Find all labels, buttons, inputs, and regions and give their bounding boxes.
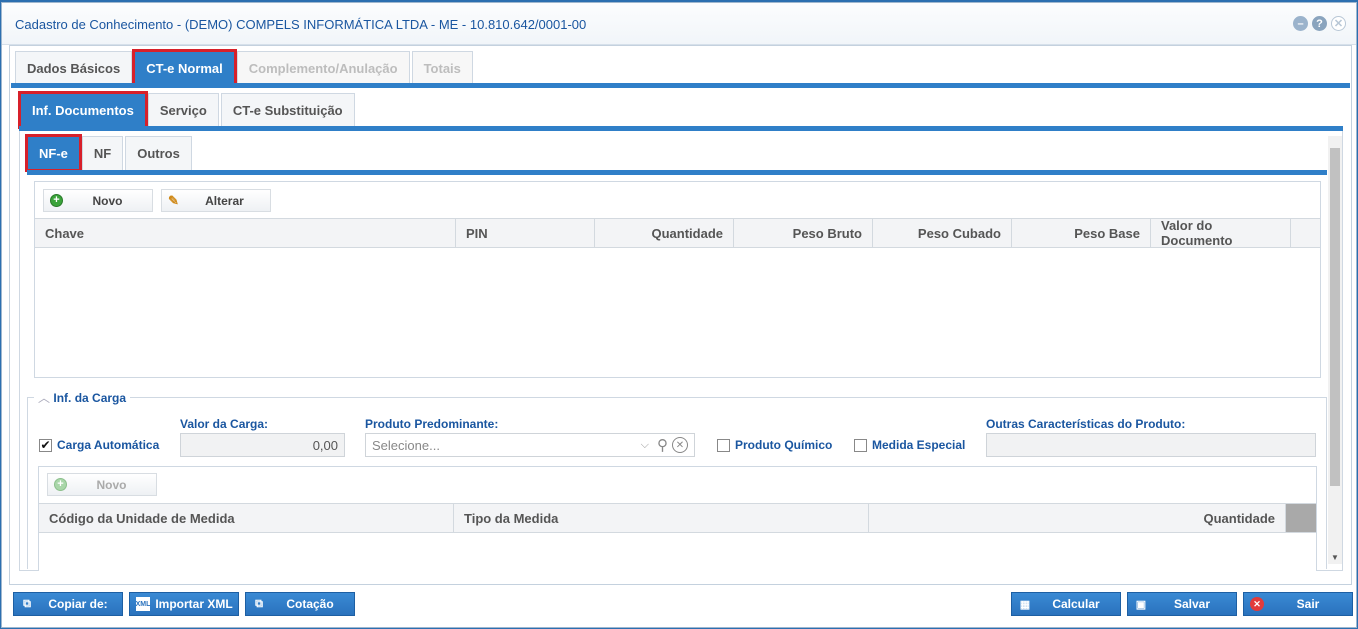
- document-type-tabs: NF-e NF Outros: [25, 134, 194, 172]
- carga-legend[interactable]: ︿ Inf. da Carga: [34, 389, 131, 406]
- pencil-icon: ✎: [168, 192, 179, 208]
- tab-nfe[interactable]: NF-e: [25, 134, 82, 172]
- dialog-window: Cadastro de Conhecimento - (DEMO) COMPEL…: [1, 2, 1357, 628]
- col-peso-bruto[interactable]: Peso Bruto: [734, 219, 873, 247]
- nfe-grid-header: Chave PIN Quantidade Peso Bruto Peso Cub…: [35, 218, 1320, 248]
- medidas-new-button[interactable]: + Novo: [47, 473, 157, 496]
- tab-servico[interactable]: Serviço: [147, 93, 219, 127]
- calcular-button[interactable]: ▦ Calcular: [1011, 592, 1121, 616]
- main-tabs: Dados Básicos CT-e Normal Complemento/An…: [15, 49, 475, 87]
- xml-file-icon: XML: [136, 597, 150, 611]
- clear-icon[interactable]: ✕: [672, 437, 688, 453]
- main-container: Dados Básicos CT-e Normal Complemento/An…: [9, 45, 1352, 585]
- valor-carga-input[interactable]: 0,00: [180, 433, 345, 457]
- copy-icon: ⧉: [23, 597, 31, 610]
- tab-totais[interactable]: Totais: [411, 51, 473, 85]
- col-peso-cubado[interactable]: Peso Cubado: [873, 219, 1012, 247]
- scroll-down-icon[interactable]: ▼: [1331, 553, 1339, 562]
- nfe-new-button[interactable]: + Novo: [43, 189, 153, 212]
- add-icon: +: [54, 478, 67, 491]
- tab-complemento-anulacao[interactable]: Complemento/Anulação: [236, 51, 410, 85]
- exit-icon: ✕: [1250, 597, 1264, 611]
- tab-inf-documentos[interactable]: Inf. Documentos: [18, 91, 148, 129]
- valor-carga-label: Valor da Carga:: [180, 417, 269, 431]
- col-tipo-medida[interactable]: Tipo da Medida: [454, 504, 869, 532]
- close-icon[interactable]: ✕: [1331, 16, 1346, 31]
- save-icon: ▣: [1135, 598, 1147, 611]
- search-icon[interactable]: ⚲: [657, 436, 668, 454]
- cotacao-button[interactable]: ⧉ Cotação: [245, 592, 355, 616]
- col-quantidade[interactable]: Quantidade: [595, 219, 734, 247]
- scrollbar-thumb[interactable]: [1330, 148, 1340, 486]
- collapse-chevron-icon: ︿: [38, 391, 51, 405]
- col-valor-documento[interactable]: Valor do Documento: [1151, 218, 1291, 248]
- col-peso-base[interactable]: Peso Base: [1012, 219, 1151, 247]
- produto-predominante-label: Produto Predominante:: [365, 417, 499, 431]
- outras-caracteristicas-label: Outras Características do Produto:: [986, 417, 1186, 431]
- salvar-button[interactable]: ▣ Salvar: [1127, 592, 1237, 616]
- carga-automatica-checkbox[interactable]: ✔: [39, 439, 52, 452]
- medida-especial-label: Medida Especial: [872, 438, 966, 452]
- import-xml-button[interactable]: XML Importar XML: [129, 592, 239, 616]
- doc-tab-band: [27, 170, 1327, 175]
- produto-predominante-select[interactable]: Selecione... ⌵ ⚲ ✕: [365, 433, 695, 457]
- tab-cte-normal[interactable]: CT-e Normal: [132, 49, 237, 87]
- produto-quimico-checkbox[interactable]: [717, 439, 730, 452]
- outras-caracteristicas-input[interactable]: [986, 433, 1316, 457]
- tab-dados-basicos[interactable]: Dados Básicos: [15, 51, 133, 85]
- tab-outros[interactable]: Outros: [125, 136, 192, 170]
- tab-cte-substituicao[interactable]: CT-e Substituição: [220, 93, 355, 127]
- chevron-down-icon[interactable]: ⌵: [641, 439, 649, 452]
- tab-nf[interactable]: NF: [81, 136, 124, 170]
- minimize-icon[interactable]: –: [1293, 16, 1308, 31]
- produto-quimico-label: Produto Químico: [735, 438, 833, 452]
- copy-icon: ⧉: [255, 597, 263, 610]
- main-tab-band: [11, 83, 1350, 88]
- documents-panel: NF-e NF Outros + Novo ✎ Alterar Chave PI…: [19, 131, 1343, 571]
- sair-button[interactable]: ✕ Sair: [1243, 592, 1353, 616]
- col-pin[interactable]: PIN: [456, 219, 595, 247]
- medidas-grid-header: Código da Unidade de Medida Tipo da Medi…: [39, 503, 1316, 533]
- vertical-scrollbar[interactable]: ▼: [1328, 136, 1342, 564]
- nfe-grid-panel: + Novo ✎ Alterar Chave PIN Quantidade Pe…: [34, 181, 1321, 378]
- calculator-icon: ▦: [1019, 598, 1031, 611]
- help-icon[interactable]: ?: [1312, 16, 1327, 31]
- medidas-grid-panel: + Novo Código da Unidade de Medida Tipo …: [38, 466, 1317, 571]
- title-bar: Cadastro de Conhecimento - (DEMO) COMPEL…: [2, 3, 1356, 45]
- nfe-grid-body: [35, 249, 1320, 377]
- add-icon: +: [50, 194, 63, 207]
- col-chave[interactable]: Chave: [35, 219, 456, 247]
- medida-especial-checkbox[interactable]: [854, 439, 867, 452]
- nfe-edit-button[interactable]: ✎ Alterar: [161, 189, 271, 212]
- window-title: Cadastro de Conhecimento - (DEMO) COMPEL…: [15, 17, 587, 32]
- carga-automatica-label: Carga Automática: [57, 438, 160, 452]
- col-codigo-unidade[interactable]: Código da Unidade de Medida: [39, 504, 454, 532]
- copy-from-button[interactable]: ⧉ Copiar de:: [13, 592, 123, 616]
- sub-tabs: Inf. Documentos Serviço CT-e Substituiçã…: [18, 91, 357, 129]
- col-quantidade-medida[interactable]: Quantidade: [869, 504, 1286, 532]
